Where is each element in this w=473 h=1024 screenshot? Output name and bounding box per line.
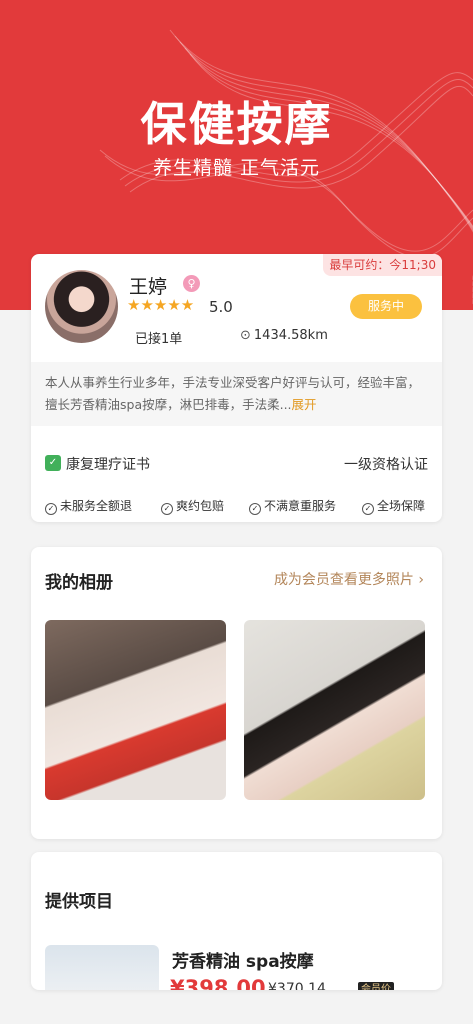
bio-section: 本人从事养生行业多年，手法专业深受客户好评与认可，经验丰富，擅长芳香精油spa按… [31,362,442,426]
service-member-price: ¥370.14 [268,981,326,990]
guarantee-item: ✓ 未服务全额退 [45,497,132,515]
hero-title: 保健按摩 [140,97,333,151]
earliest-available-badge: 最早可约：今11;30 [323,254,442,276]
distance-value: 1434.58km [253,328,328,343]
expand-bio-link[interactable]: 展开 [292,397,317,412]
member-price-tag: 会员价 [358,982,394,990]
service-price: ¥398.00 [170,976,266,990]
order-count: 已接1单 [135,332,183,347]
status-badge[interactable]: 服务中 [350,294,422,319]
album-title: 我的相册 [45,573,113,593]
female-icon: ♀ [183,275,200,292]
therapist-name: 王婷 [129,276,168,298]
photo-album-card: 我的相册 成为会员查看更多照片 › [31,547,442,839]
guarantee-item: ✓ 爽约包赔 [161,497,224,515]
certificate-icon: ✓ [45,455,61,471]
album-photo[interactable] [45,620,226,800]
distance: ⊙ 1434.58km [240,328,328,343]
service-name[interactable]: 芳香精油 spa按摩 [172,947,314,972]
services-card: 提供项目 芳香精油 spa按摩 ¥398.00 ¥370.14 会员价 [31,852,442,990]
guarantee-item: ✓ 全场保障 [362,497,425,515]
check-circle-icon: ✓ [161,503,173,515]
avatar[interactable] [45,270,118,343]
check-circle-icon: ✓ [45,503,57,515]
location-pin-icon: ⊙ [240,328,251,343]
certificate-name: 康复理疗证书 [66,457,150,473]
rating-score: 5.0 [209,298,233,316]
guarantee-item: ✓ 不满意重服务 [249,497,336,515]
check-circle-icon: ✓ [362,503,374,515]
rating-stars: ★★★★★ [127,296,195,314]
certificate-level: 一级资格认证 [344,457,428,473]
service-thumbnail[interactable] [45,945,159,990]
view-more-photos-link[interactable]: 成为会员查看更多照片 › [274,569,424,589]
services-title: 提供项目 [45,892,113,912]
guarantees-row: ✓ 未服务全额退 ✓ 爽约包赔 ✓ 不满意重服务 ✓ 全场保障 [45,497,435,515]
therapist-profile-card[interactable]: 最早可约：今11;30 王婷 ♀ ★★★★★ 5.0 服务中 已接1单 ⊙ 143… [31,254,442,522]
check-circle-icon: ✓ [249,503,261,515]
certificate-row[interactable]: ✓ 康复理疗证书 一级资格认证 [45,454,428,474]
album-photo[interactable] [244,620,425,800]
bio-text: 本人从事养生行业多年，手法专业深受客户好评与认可，经验丰富，擅长芳香精油spa按… [45,375,421,412]
hero-subtitle: 养生精髓 正气活元 [152,157,321,179]
